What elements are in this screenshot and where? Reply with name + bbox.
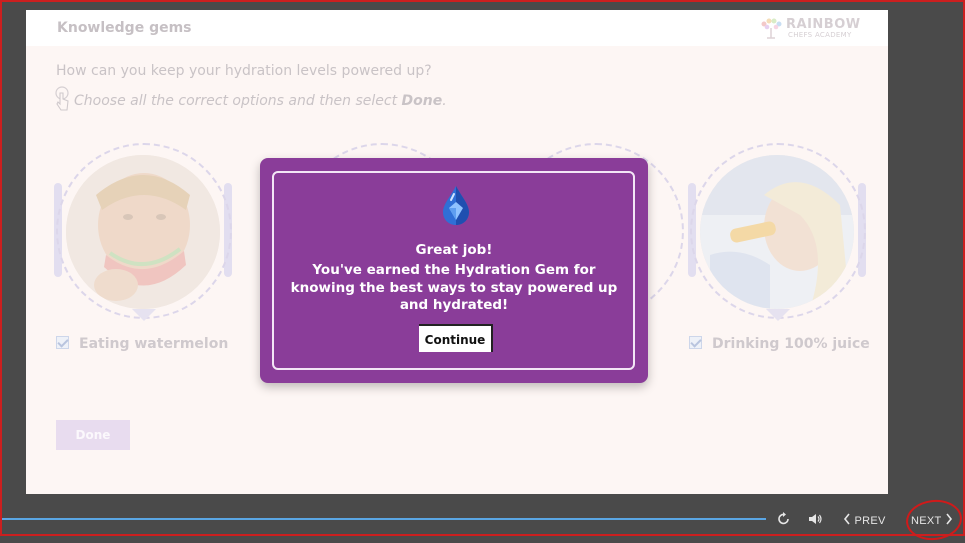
continue-button[interactable]: Continue (419, 324, 493, 352)
option-watermelon[interactable]: Eating watermelon (56, 336, 228, 352)
checkbox-juice[interactable] (689, 336, 702, 349)
option-watermelon-card[interactable] (54, 143, 236, 323)
logo-name: RAINBOW (786, 17, 861, 32)
option-watermelon-label: Eating watermelon (79, 336, 229, 352)
pointer-hand-icon (54, 86, 70, 116)
watermelon-photo (66, 155, 220, 309)
slide-title: Knowledge gems (57, 20, 192, 36)
progress-bar[interactable] (2, 518, 766, 520)
instruction-text: Choose all the correct options and then … (54, 86, 447, 114)
rainbow-chefs-logo: RAINBOW CHEFS ACADEMY (758, 16, 861, 42)
volume-icon (809, 514, 822, 524)
feedback-modal: Great job! You've earned the Hydration G… (260, 158, 648, 383)
modal-heading: Great job! (415, 242, 493, 258)
juice-photo (700, 155, 854, 309)
prev-button[interactable]: PREV (843, 512, 886, 527)
done-button[interactable]: Done (56, 420, 130, 450)
option-juice-card[interactable] (688, 143, 870, 323)
instruction-prefix: Choose all the correct options and then … (74, 93, 402, 109)
logo-subtitle: CHEFS ACADEMY (788, 31, 852, 39)
option-juice-label: Drinking 100% juice (712, 336, 870, 352)
checkbox-watermelon[interactable] (56, 336, 69, 349)
instruction-suffix: . (442, 93, 447, 109)
replay-icon (778, 512, 789, 525)
option-juice[interactable]: Drinking 100% juice (689, 336, 870, 352)
option-pointer-arrow (132, 309, 156, 321)
chevron-left-icon (843, 513, 850, 525)
option-pointer-arrow (766, 309, 790, 321)
modal-message: You've earned the Hydration Gem for know… (290, 262, 618, 313)
water-drop-gem-icon (443, 186, 469, 225)
rainbow-logo-icon (761, 18, 782, 39)
slide-header: Knowledge gems RAINBOW CHEFS ACADEMY (26, 10, 888, 46)
next-annotation-circle (904, 497, 964, 543)
question-text: How can you keep your hydration levels p… (56, 63, 432, 79)
prev-label: PREV (854, 515, 886, 527)
instruction-done: Done (401, 93, 443, 109)
replay-button[interactable] (777, 510, 791, 531)
volume-button[interactable] (807, 510, 823, 531)
